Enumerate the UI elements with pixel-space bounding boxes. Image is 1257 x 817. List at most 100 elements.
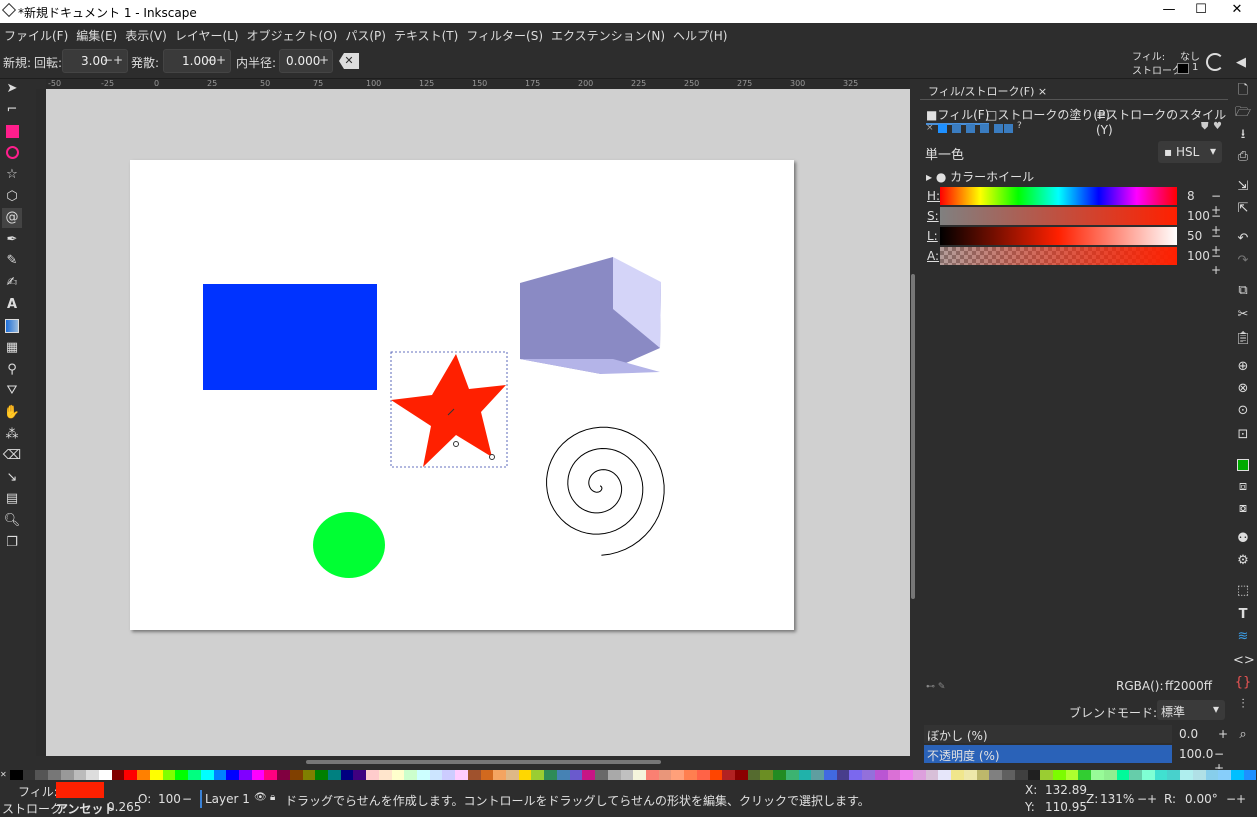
unlink-clone-icon[interactable]: ⧇	[1233, 499, 1253, 519]
zoom-value[interactable]: 131%	[1100, 792, 1134, 806]
mesh-gradient-button[interactable]	[980, 124, 989, 133]
palette-swatch[interactable]	[709, 770, 723, 780]
layer-visibility-icon[interactable]: 👁︎	[254, 792, 267, 803]
paste-icon[interactable]: 📋︎	[1233, 329, 1253, 349]
palette-swatch[interactable]	[404, 770, 417, 780]
hue-slider[interactable]	[940, 187, 1177, 205]
panel-tab-close-button[interactable]: ×	[1038, 85, 1047, 98]
palette-swatch[interactable]	[887, 770, 901, 780]
star-handle[interactable]	[453, 441, 459, 447]
fill-rule-nonzero-icon[interactable]: ♥	[1213, 121, 1222, 132]
stroke-swatch[interactable]	[1177, 63, 1189, 74]
palette-swatch[interactable]	[1243, 770, 1257, 780]
divergence-stepper[interactable]: −+	[206, 53, 226, 67]
palette-swatch[interactable]	[124, 770, 138, 780]
zoom-page-icon[interactable]: ⊙	[1233, 401, 1253, 421]
palette-swatch[interactable]	[417, 770, 430, 780]
group-icon[interactable]: ⚉	[1233, 529, 1253, 549]
layers-dialog-icon[interactable]: ≋	[1233, 627, 1253, 647]
palette-swatch[interactable]	[595, 770, 608, 780]
divergence-spinbox[interactable]: 1.000 −+	[163, 49, 231, 73]
palette-swatch[interactable]	[1078, 770, 1092, 780]
copy-icon[interactable]: ⧉	[1233, 281, 1253, 301]
palette-swatch[interactable]	[760, 770, 774, 780]
minimize-button[interactable]: —	[1154, 2, 1184, 20]
palette-swatch[interactable]	[149, 770, 163, 780]
palette-swatch[interactable]	[48, 770, 61, 780]
stroke-width-status[interactable]: 0.265	[107, 800, 141, 814]
palette-swatch[interactable]	[73, 770, 87, 780]
palette-swatch[interactable]	[963, 770, 977, 780]
current-layer[interactable]: Layer 1	[205, 792, 250, 806]
radial-gradient-button[interactable]	[966, 124, 975, 133]
palette-swatch[interactable]	[391, 770, 405, 780]
palette-swatch[interactable]	[175, 770, 189, 780]
palette-swatch[interactable]	[455, 770, 468, 780]
palette-swatch[interactable]	[99, 770, 112, 780]
calligraphy-tool-icon[interactable]: ✍	[2, 273, 22, 293]
find-replace-icon[interactable]: ⌕	[1233, 725, 1253, 745]
palette-swatch[interactable]	[798, 770, 812, 780]
palette-swatch[interactable]	[989, 770, 1003, 780]
palette-swatch[interactable]	[1065, 770, 1079, 780]
vertical-scrollbar[interactable]	[910, 89, 916, 756]
export-icon[interactable]: ⇱	[1233, 199, 1253, 219]
palette-swatch[interactable]	[696, 770, 710, 780]
palette-swatch[interactable]	[1116, 770, 1130, 780]
palette-swatch[interactable]	[811, 770, 824, 780]
close-button[interactable]: ✕	[1222, 2, 1252, 20]
palette-swatch[interactable]	[1141, 770, 1155, 780]
palette-swatch[interactable]	[1154, 770, 1168, 780]
palette-swatch[interactable]	[582, 770, 596, 780]
palette-swatch[interactable]	[531, 770, 545, 780]
palette-swatch[interactable]	[938, 770, 952, 780]
palette-swatch[interactable]	[734, 770, 748, 780]
palette-swatch[interactable]	[684, 770, 697, 780]
red-star[interactable]	[391, 354, 506, 467]
hue-value[interactable]: 8	[1187, 189, 1195, 203]
color-wheel-expander[interactable]: ▸ ● カラーホイール	[926, 168, 1034, 185]
palette-swatch[interactable]	[1205, 770, 1219, 780]
lightness-slider[interactable]	[940, 227, 1177, 245]
palette-swatch[interactable]	[226, 770, 239, 780]
palette-swatch[interactable]	[429, 770, 443, 780]
measure-tool-icon[interactable]: ▤	[2, 489, 22, 509]
palette-swatch[interactable]	[1027, 770, 1041, 780]
menu-path[interactable]: パス(P)	[341, 23, 390, 44]
star-tip-handle[interactable]	[489, 454, 495, 460]
fill-stroke-dialog-icon[interactable]: ⬚	[1233, 581, 1253, 601]
blue-rectangle[interactable]	[203, 284, 377, 390]
zoom-tool-icon[interactable]: 🔍︎	[2, 511, 22, 531]
alpha-value[interactable]: 100	[1187, 249, 1210, 263]
pattern-button[interactable]	[994, 124, 1003, 133]
horizontal-scrollbar[interactable]	[46, 756, 910, 768]
rotate-stepper[interactable]: −+	[103, 53, 123, 67]
save-document-icon[interactable]: ⭳	[1233, 125, 1253, 145]
menu-view[interactable]: 表示(V)	[121, 23, 171, 44]
import-icon[interactable]: ⇲	[1233, 177, 1253, 197]
palette-swatch[interactable]	[620, 770, 634, 780]
selectors-css-icon[interactable]: {}	[1233, 673, 1253, 693]
align-distribute-icon[interactable]: ⫶	[1233, 695, 1253, 715]
alpha-stepper[interactable]: −+	[1211, 249, 1228, 277]
star-tool-icon[interactable]: ☆	[2, 165, 22, 185]
palette-swatch[interactable]	[1129, 770, 1142, 780]
palette-swatch[interactable]	[289, 770, 303, 780]
palette-swatch[interactable]	[824, 770, 837, 780]
alpha-slider[interactable]	[940, 247, 1177, 265]
palette-swatch[interactable]	[493, 770, 507, 780]
palette-swatch[interactable]	[1167, 770, 1181, 780]
opacity-value[interactable]: 100.0	[1179, 747, 1213, 761]
palette-swatch[interactable]	[60, 770, 74, 780]
vertical-scroll-thumb[interactable]	[911, 274, 915, 599]
palette-swatch[interactable]	[315, 770, 328, 780]
connector-tool-icon[interactable]: ↘	[2, 468, 22, 488]
selector-tool-icon[interactable]: ➤	[2, 79, 22, 99]
palette-swatch[interactable]	[836, 770, 850, 780]
palette-swatch[interactable]	[213, 770, 227, 780]
palette-swatch[interactable]	[773, 770, 786, 780]
3d-box-tool-icon[interactable]: ⬡	[2, 187, 22, 207]
palette-swatch[interactable]	[747, 770, 761, 780]
reset-defaults-icon[interactable]: ✕	[339, 53, 359, 69]
rgba-value[interactable]: ff2000ff	[1165, 679, 1212, 693]
